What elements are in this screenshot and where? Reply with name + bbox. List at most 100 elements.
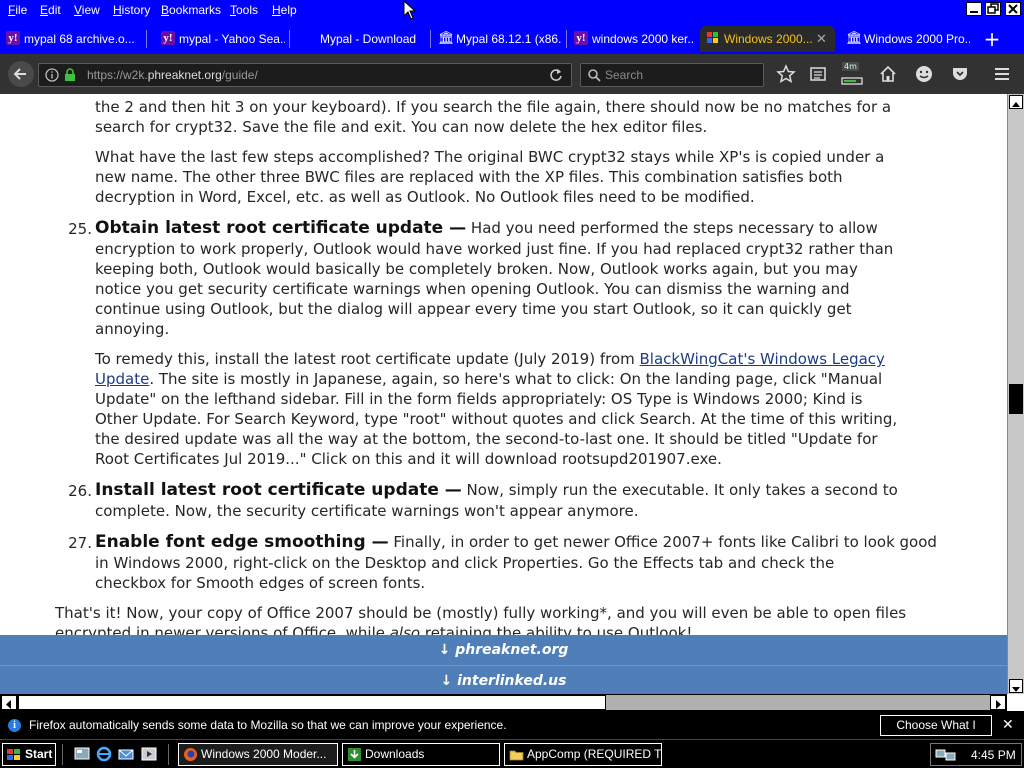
- tab-separator: [146, 30, 147, 48]
- close-icon[interactable]: ✕: [1002, 717, 1014, 733]
- scroll-left-button[interactable]: [1, 695, 17, 710]
- windows-flag-icon: [707, 32, 718, 43]
- paragraph-line: encryption to work properly, Outlook wou…: [95, 240, 894, 258]
- new-tab-button[interactable]: +: [982, 29, 1002, 50]
- taskbar-window-appcomp[interactable]: AppComp (REQUIRED T...: [504, 743, 662, 766]
- download-icon: [841, 77, 863, 85]
- tab-4[interactable]: 🏛︎ Mypal 68.12.1 (x86...: [432, 26, 562, 52]
- step-heading: Obtain latest root certificate update —: [95, 218, 467, 238]
- paragraph-line: Update. The site is mostly in Japanese, …: [95, 370, 883, 388]
- tab-3[interactable]: Mypal - Download: [296, 26, 426, 52]
- taskbar-window-label: Downloads: [365, 747, 425, 761]
- taskbar: Start Windows 2000 Moder... Downloads Ap…: [0, 739, 1024, 768]
- tab-1[interactable]: y! mypal 68 archive.o...: [0, 26, 140, 52]
- yahoo-icon: y!: [574, 31, 588, 45]
- tab-label: Mypal 68.12.1 (x86...: [456, 32, 562, 46]
- paragraph-line: Other Update. For Search Keyword, type "…: [95, 410, 898, 428]
- scroll-thumb[interactable]: [1009, 384, 1023, 414]
- minimize-button[interactable]: [966, 2, 982, 16]
- paragraph-line: Update" on the lefthand sidebar. Fill in…: [95, 390, 863, 408]
- bookmark-star-icon[interactable]: [776, 64, 796, 84]
- tab-7[interactable]: 🏛︎ Windows 2000 Pro...: [840, 26, 970, 52]
- download-icon: [348, 748, 361, 761]
- scroll-up-button[interactable]: [1009, 95, 1023, 109]
- taskbar-window-label: AppComp (REQUIRED T...: [527, 747, 662, 761]
- tab-bar: y! mypal 68 archive.o... y! mypal - Yaho…: [0, 22, 1024, 54]
- info-circle-icon[interactable]: [45, 68, 59, 82]
- tab-label: Windows 2000...: [724, 32, 813, 46]
- choose-what-i-share-button[interactable]: Choose What I Share: [880, 715, 992, 751]
- paragraph-line: continue using Outlook, but the dialog w…: [95, 300, 852, 318]
- start-button[interactable]: Start: [2, 743, 56, 766]
- system-tray: 4:45 PM: [930, 743, 1022, 766]
- tab-6-active[interactable]: Windows 2000... ✕: [700, 26, 835, 52]
- search-bar[interactable]: Search: [580, 63, 764, 87]
- download-badge: 4m: [842, 62, 859, 71]
- menu-view[interactable]: View: [74, 3, 100, 17]
- menu-edit[interactable]: Edit: [40, 3, 61, 17]
- show-desktop-icon[interactable]: [74, 746, 90, 762]
- list-number: 25.: [68, 220, 92, 238]
- taskbar-window-firefox[interactable]: Windows 2000 Moder...: [178, 743, 338, 766]
- firefox-icon: [184, 748, 197, 761]
- blackwingcat-link[interactable]: Update: [95, 370, 149, 388]
- arrow-up-icon: [1012, 102, 1020, 107]
- step-heading: Enable font edge smoothing —: [95, 532, 389, 552]
- hamburger-menu-icon[interactable]: [992, 64, 1012, 84]
- tab-separator: [289, 30, 290, 48]
- step-heading: Install latest root certificate update —: [95, 480, 462, 500]
- scroll-corner: [1007, 694, 1024, 711]
- phreaknet-footer-link[interactable]: ↓ phreaknet.org: [0, 635, 1007, 665]
- clock[interactable]: 4:45 PM: [971, 748, 1016, 762]
- url-text: https://w2k.phreaknet.org/guide/: [87, 68, 258, 82]
- reading-list-icon[interactable]: [808, 64, 828, 84]
- menu-history[interactable]: History: [113, 3, 150, 17]
- menu-help[interactable]: Help: [272, 3, 297, 17]
- menu-tools[interactable]: Tools: [230, 3, 258, 17]
- paragraph-line: notice you get security certificate warn…: [95, 280, 850, 298]
- paragraph-line: the 2 and then hit 3 on your keyboard). …: [95, 98, 892, 116]
- media-player-icon[interactable]: [141, 746, 157, 762]
- search-input[interactable]: Search: [605, 68, 643, 82]
- mouse-cursor-icon: [403, 0, 417, 20]
- home-icon[interactable]: [878, 64, 898, 84]
- tab-5[interactable]: y! windows 2000 ker...: [568, 26, 693, 52]
- taskbar-window-downloads[interactable]: Downloads: [342, 743, 500, 766]
- internet-explorer-icon[interactable]: [96, 746, 112, 762]
- blackwingcat-link[interactable]: BlackWingCat's Windows Legacy: [640, 350, 885, 368]
- menu-bar: File Edit View History Bookmarks Tools H…: [0, 0, 1024, 22]
- close-window-button[interactable]: [1005, 2, 1021, 16]
- paragraph-line: search for crypt32. Save the file and ex…: [95, 118, 708, 136]
- close-tab-icon[interactable]: ✕: [816, 31, 827, 47]
- reload-icon[interactable]: [549, 68, 563, 82]
- outlook-express-icon[interactable]: [118, 746, 134, 762]
- tab-separator: [430, 30, 431, 48]
- page-content: the 2 and then hit 3 on your keyboard). …: [0, 94, 1007, 635]
- lock-icon: [65, 68, 75, 81]
- back-button[interactable]: [8, 61, 34, 87]
- pocket-icon[interactable]: [950, 64, 970, 84]
- network-icon[interactable]: [935, 747, 957, 763]
- horizontal-scroll-thumb[interactable]: [18, 695, 606, 710]
- paragraph-line: encrypted in newer versions of Office, w…: [55, 624, 693, 635]
- restore-button[interactable]: [985, 2, 1001, 16]
- url-bar[interactable]: https://w2k.phreaknet.org/guide/: [38, 63, 572, 87]
- horizontal-scrollbar[interactable]: [0, 694, 1007, 711]
- navigation-bar: https://w2k.phreaknet.org/guide/ Search …: [0, 54, 1024, 94]
- tab-separator: [566, 30, 567, 48]
- menu-file[interactable]: File: [8, 3, 27, 17]
- paragraph-line: What have the last few steps accomplishe…: [95, 148, 885, 166]
- tab-label: mypal - Yahoo Sea...: [179, 32, 285, 46]
- search-icon: [588, 69, 601, 82]
- scroll-down-button[interactable]: [1009, 679, 1023, 693]
- paragraph-line: Root Certificates Jul 2019..." Click on …: [95, 450, 722, 468]
- tab-2[interactable]: y! mypal - Yahoo Sea...: [155, 26, 285, 52]
- menu-bookmarks[interactable]: Bookmarks: [161, 3, 221, 17]
- windows-flag-icon: [7, 749, 20, 760]
- downloads-button[interactable]: 4m: [840, 62, 864, 86]
- interlinked-footer-link[interactable]: ↓ interlinked.us: [0, 665, 1007, 695]
- smiley-icon[interactable]: [914, 64, 934, 84]
- list-item-first-line: Obtain latest root certificate update — …: [95, 218, 878, 238]
- vertical-scrollbar[interactable]: [1007, 94, 1024, 694]
- scroll-right-button[interactable]: [990, 695, 1006, 710]
